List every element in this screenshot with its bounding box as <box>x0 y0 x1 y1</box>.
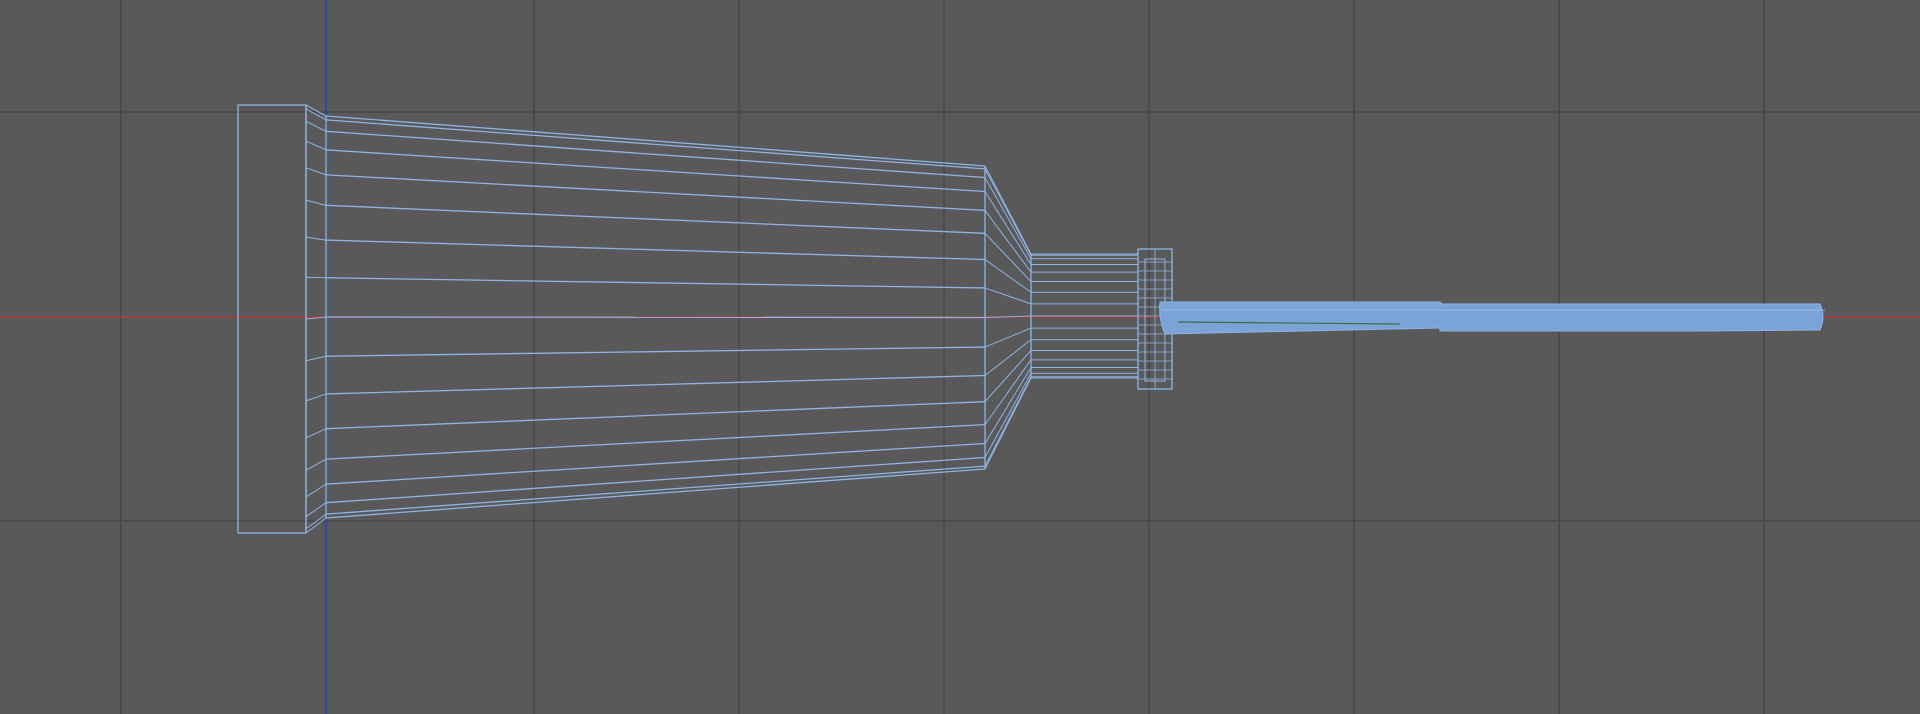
flange-fan-line <box>305 140 327 151</box>
neck-fan-line <box>984 191 1032 265</box>
neck-fan-line <box>984 287 1032 305</box>
cone-profile-line <box>325 239 986 261</box>
flange-fan-line <box>305 483 327 498</box>
viewport-canvas[interactable] <box>0 0 1920 714</box>
grid-lines <box>0 0 1920 714</box>
neck-fan-line <box>984 259 1032 293</box>
wireframe-mesh[interactable] <box>237 104 1825 534</box>
neck-fan-line <box>984 327 1032 348</box>
cone-profile-line <box>325 174 986 212</box>
needle-shaft <box>1159 301 1824 335</box>
3d-viewport[interactable] <box>0 0 1920 714</box>
flange-fan-line <box>305 355 327 362</box>
flange-fan-line <box>305 428 327 439</box>
neck-fan-line <box>984 376 1032 467</box>
neck-fan-line <box>984 177 1032 259</box>
flange-fan-line <box>305 120 327 132</box>
cone-profile-line <box>325 423 986 460</box>
flange-outline <box>237 104 307 534</box>
flange-fan-line <box>305 393 327 402</box>
cone-profile-line <box>325 346 986 357</box>
flange-fan-line <box>305 502 327 518</box>
cone-profile-line <box>325 465 986 515</box>
flange-fan-line <box>305 276 327 279</box>
cone-profile-line <box>325 119 986 170</box>
flange-fan-line <box>305 458 327 471</box>
cone-profile-line <box>325 115 986 167</box>
flange-fan-line <box>305 236 327 241</box>
flange-fan-line <box>305 167 327 176</box>
flange-fan-line <box>305 199 327 206</box>
neck-fan-line <box>984 168 1032 256</box>
cone-profile-line <box>325 316 986 319</box>
cone-profile-line <box>325 204 986 234</box>
cone-profile-line <box>325 374 986 395</box>
cone-profile-line <box>325 401 986 430</box>
cone-profile-line <box>325 468 986 519</box>
cone-profile-line <box>325 277 986 289</box>
neck-fan-line <box>984 367 1032 444</box>
